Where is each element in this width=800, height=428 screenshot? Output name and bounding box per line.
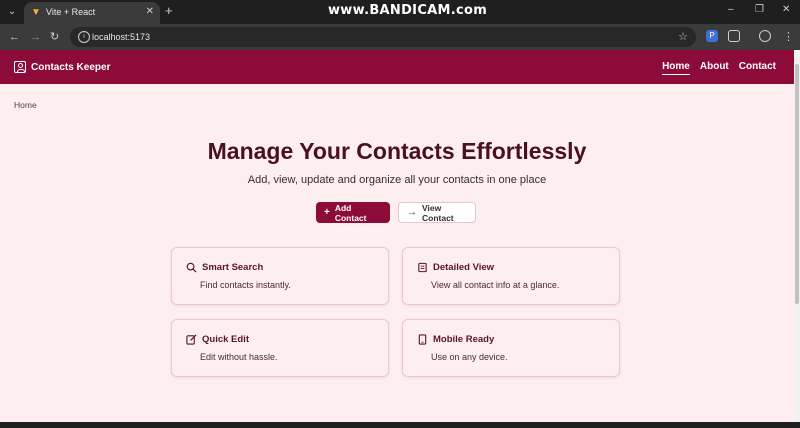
app-navbar: Contacts Keeper Home About Contact	[0, 50, 794, 84]
brand-name: Contacts Keeper	[31, 61, 111, 73]
contact-book-icon	[14, 61, 26, 73]
vite-favicon-icon: ▼	[31, 7, 41, 18]
page-title: Manage Your Contacts Effortlessly	[207, 138, 587, 164]
page-scrollbar[interactable]	[794, 50, 800, 422]
url-text[interactable]: localhost:5173	[92, 32, 150, 42]
add-contact-label: Add Contact	[334, 202, 367, 223]
restore-icon[interactable]: ❐	[755, 4, 764, 15]
url-field[interactable]: i localhost:5173 ☆	[70, 27, 696, 47]
reload-icon[interactable]: ↻	[50, 30, 59, 44]
tablet-icon	[418, 334, 427, 345]
scrollbar-thumb[interactable]	[795, 64, 799, 304]
tab-close-icon[interactable]: ✕	[146, 6, 154, 17]
feature-description: View all contact info at a glance.	[431, 280, 560, 290]
feature-title: Detailed View	[433, 262, 495, 273]
site-info-icon[interactable]: i	[78, 31, 90, 43]
nav-link-contact[interactable]: Contact	[739, 61, 776, 75]
feature-description: Find contacts instantly.	[200, 280, 291, 290]
page-subtitle: Add, view, update and organize all your …	[247, 174, 547, 186]
feature-description: Edit without hassle.	[200, 352, 278, 362]
view-contact-button[interactable]: → View Contact	[398, 202, 476, 223]
window-close-icon[interactable]: ✕	[782, 4, 790, 15]
feature-description: Use on any device.	[431, 352, 508, 362]
menu-kebab-icon[interactable]: ⋮	[783, 30, 794, 44]
profile-icon[interactable]	[759, 30, 771, 42]
browser-tab[interactable]: ▼ Vite + React ✕	[24, 2, 160, 24]
recording-watermark: www.BANDICAM.com	[328, 3, 488, 18]
extension-icon[interactable]: P	[706, 30, 718, 42]
back-icon[interactable]: ←	[9, 30, 20, 44]
new-tab-icon[interactable]: +	[165, 4, 173, 18]
feature-card-detailed-view: Detailed View View all contact info at a…	[402, 247, 620, 305]
web-page: Contacts Keeper Home About Contact Home …	[0, 50, 794, 422]
search-icon	[186, 262, 197, 273]
hero-actions: + Add Contact → View Contact	[316, 202, 476, 223]
scroll-icon	[418, 262, 427, 273]
view-contact-label: View Contact	[422, 202, 454, 223]
plus-icon: +	[324, 207, 330, 218]
minimize-icon[interactable]: –	[728, 4, 734, 15]
breadcrumb[interactable]: Home	[14, 100, 37, 110]
arrow-right-icon: →	[407, 207, 417, 218]
feature-title: Mobile Ready	[433, 334, 495, 345]
bookmark-star-icon[interactable]: ☆	[678, 30, 688, 43]
feature-title: Smart Search	[202, 262, 264, 273]
address-bar: ← → ↻ i localhost:5173 ☆ P ⋮	[0, 24, 800, 50]
browser-tab-bar: ⌄ ▼ Vite + React ✕ + www.BANDICAM.com – …	[0, 0, 800, 24]
nav-link-home[interactable]: Home	[662, 61, 690, 75]
brand[interactable]: Contacts Keeper	[14, 60, 110, 74]
feature-card-mobile-ready: Mobile Ready Use on any device.	[402, 319, 620, 377]
nav-link-about[interactable]: About	[700, 61, 729, 75]
feature-card-smart-search: Smart Search Find contacts instantly.	[171, 247, 389, 305]
forward-icon[interactable]: →	[30, 30, 41, 44]
extensions-puzzle-icon[interactable]	[728, 30, 740, 42]
nav-links: Home About Contact	[662, 61, 776, 75]
feature-title: Quick Edit	[202, 334, 249, 345]
edit-icon	[186, 334, 197, 345]
tab-search-icon[interactable]: ⌄	[4, 4, 20, 20]
window-bottom-edge	[0, 422, 800, 428]
add-contact-button[interactable]: + Add Contact	[316, 202, 390, 223]
tab-title: Vite + React	[46, 7, 96, 17]
feature-card-quick-edit: Quick Edit Edit without hassle.	[171, 319, 389, 377]
